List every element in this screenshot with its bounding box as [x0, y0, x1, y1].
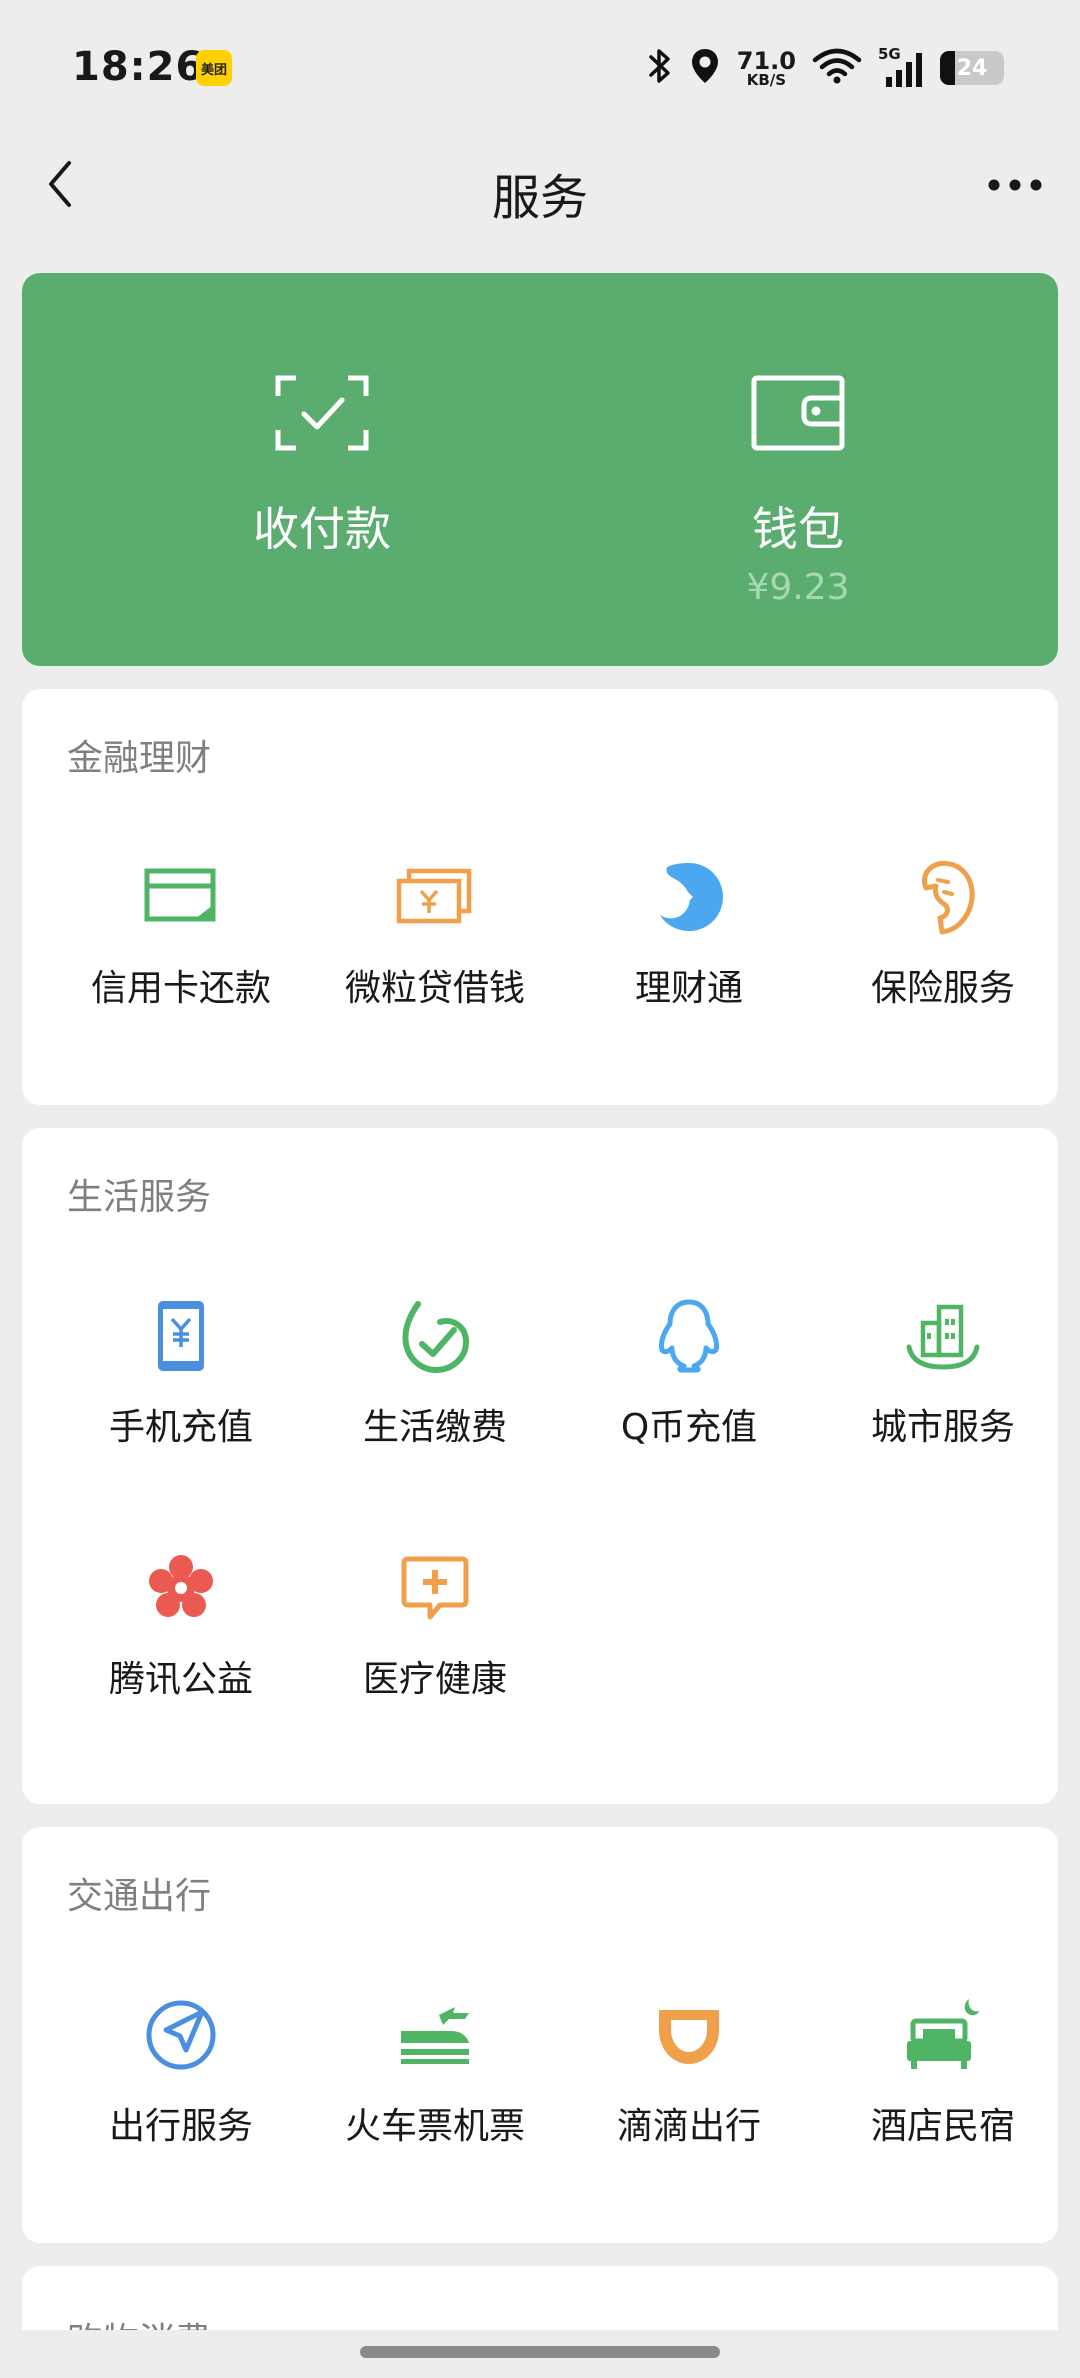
grid-label: 手机充值	[108, 1407, 253, 1448]
status-bar: 18:26 美团 71.0 KB/S 5G 24	[0, 0, 1080, 130]
train-flight-ticket-item[interactable]: 火车票机票	[308, 1995, 562, 2165]
hotel-homestay-item[interactable]: 酒店民宿	[816, 1995, 1070, 2165]
grid-label: 火车票机票	[344, 2106, 525, 2147]
scan-check-icon	[272, 373, 372, 453]
section-finance: 金融理财 信用卡还款 微粒贷借钱 理财通 保险服务	[22, 689, 1058, 1105]
wallet-balance: ¥9.23	[746, 567, 850, 608]
grid-label: 生活缴费	[362, 1407, 507, 1448]
section-transport: 交通出行 出行服务 火车票机票 滴滴出行 酒店民宿	[22, 1827, 1058, 2243]
tencent-charity-item[interactable]: 腾讯公益	[54, 1548, 308, 1718]
credit-card-icon	[141, 857, 221, 937]
grid-label: 出行服务	[108, 2106, 253, 2147]
phone-recharge-item[interactable]: 手机充值	[54, 1296, 308, 1466]
navigation-icon	[141, 1995, 221, 2075]
city-service-item[interactable]: 城市服务	[816, 1296, 1070, 1466]
page-title: 服务	[491, 170, 588, 226]
network-speed-unit: KB/S	[746, 70, 787, 89]
insurance-item[interactable]: 保险服务	[816, 857, 1070, 1027]
cash-loan-icon	[395, 857, 475, 937]
wealth-icon	[649, 857, 729, 937]
grid-label: 信用卡还款	[90, 968, 271, 1009]
more-icon	[987, 177, 1043, 196]
bluetooth-icon	[647, 46, 673, 90]
wallet-icon	[748, 373, 848, 453]
pay-receive-button[interactable]: 收付款	[172, 273, 472, 666]
payment-banner: 收付款 钱包 ¥9.23	[22, 273, 1058, 666]
nav-bar: 服务	[0, 130, 1080, 242]
grid-label: 微粒贷借钱	[344, 968, 525, 1009]
grid-label: 酒店民宿	[870, 2106, 1015, 2147]
grid-label: Q币充值	[620, 1407, 758, 1448]
licaitong-item[interactable]: 理财通	[562, 857, 816, 1027]
insurance-icon	[903, 857, 983, 937]
grid-label: 医疗健康	[362, 1659, 507, 1700]
hotel-bed-icon	[903, 1995, 983, 2075]
status-icons: 71.0 KB/S 5G 24	[647, 44, 1004, 92]
q-coin-recharge-item[interactable]: Q币充值	[562, 1296, 816, 1466]
medical-icon	[395, 1548, 475, 1628]
credit-card-repay-item[interactable]: 信用卡还款	[54, 857, 308, 1027]
grid-label: 腾讯公益	[108, 1659, 253, 1700]
grid-label: 保险服务	[870, 968, 1015, 1009]
wallet-label: 钱包	[752, 502, 844, 556]
qq-coin-icon	[649, 1296, 729, 1376]
grid-label: 滴滴出行	[616, 2106, 761, 2147]
pay-receive-label: 收付款	[253, 502, 391, 556]
more-button[interactable]	[980, 156, 1050, 216]
location-icon	[689, 46, 721, 90]
utility-bill-icon	[395, 1296, 475, 1376]
battery-icon: 24	[940, 51, 1004, 85]
charity-flower-icon	[141, 1548, 221, 1628]
weilidai-loan-item[interactable]: 微粒贷借钱	[308, 857, 562, 1027]
section-title: 交通出行	[67, 1876, 212, 1917]
train-plane-icon	[395, 1995, 475, 2075]
section-title: 生活服务	[67, 1177, 212, 1218]
grid-label: 城市服务	[870, 1407, 1015, 1448]
utility-bill-item[interactable]: 生活缴费	[308, 1296, 562, 1466]
wifi-icon	[812, 47, 862, 89]
grid-label: 理财通	[634, 968, 743, 1009]
phone-recharge-icon	[141, 1296, 221, 1376]
wallet-button[interactable]: 钱包 ¥9.23	[648, 273, 948, 666]
cellular-signal-icon: 5G	[878, 45, 924, 89]
section-life-services: 生活服务 手机充值 生活缴费 Q币充值 城市服务 腾讯公益 医疗健康	[22, 1128, 1058, 1804]
section-title: 金融理财	[67, 738, 212, 779]
meituan-app-badge: 美团	[196, 50, 232, 86]
home-indicator[interactable]	[360, 2346, 720, 2358]
didi-ride-item[interactable]: 滴滴出行	[562, 1995, 816, 2165]
status-time: 18:26	[72, 44, 205, 90]
medical-health-item[interactable]: 医疗健康	[308, 1548, 562, 1718]
network-speed: 71.0 KB/S	[737, 49, 796, 88]
network-speed-value: 71.0	[736, 46, 796, 75]
travel-service-item[interactable]: 出行服务	[54, 1995, 308, 2165]
city-service-icon	[903, 1296, 983, 1376]
battery-level: 24	[956, 55, 988, 81]
didi-icon	[649, 1995, 729, 2075]
